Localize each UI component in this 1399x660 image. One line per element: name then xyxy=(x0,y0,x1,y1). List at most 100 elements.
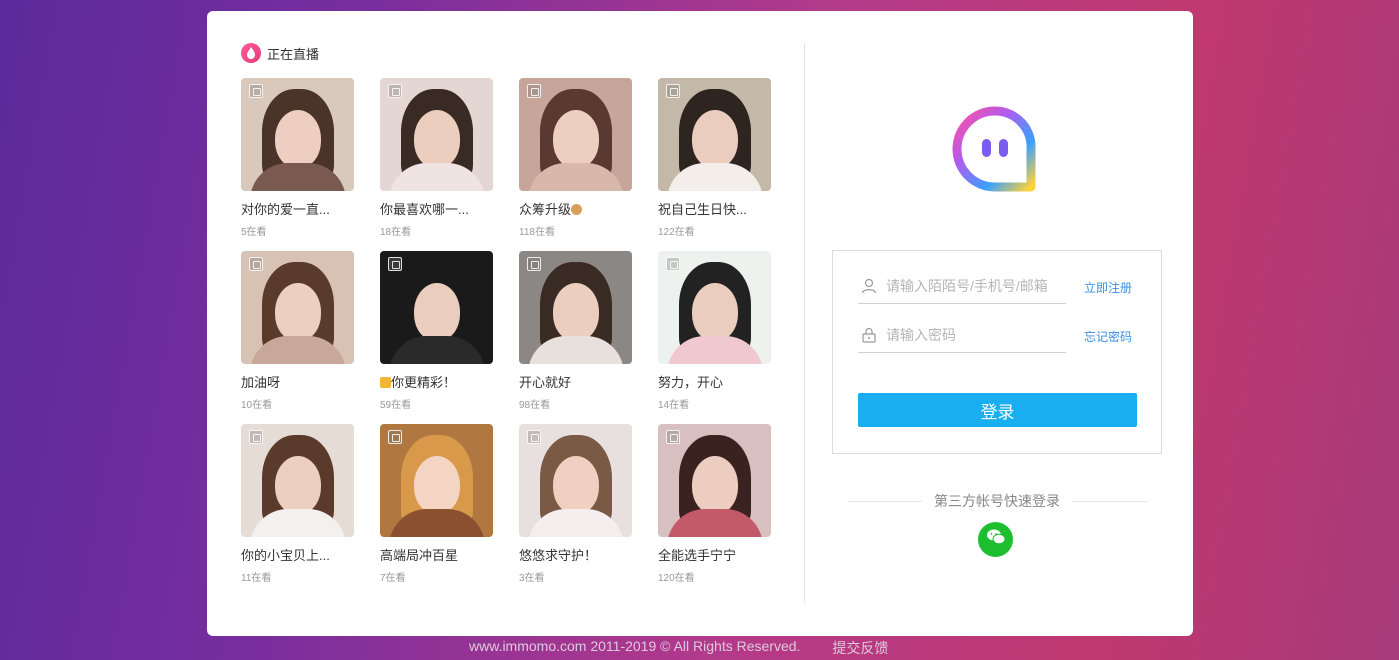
wechat-icon xyxy=(986,528,1006,551)
forgot-password-link[interactable]: 忘记密码 xyxy=(1084,328,1132,345)
account-input[interactable] xyxy=(886,277,1066,294)
thumbnail-face xyxy=(274,455,321,514)
live-tile[interactable]: 悠悠求守护！ 3在看 xyxy=(519,424,632,597)
device-icon xyxy=(666,430,680,444)
thumbnail-face xyxy=(691,109,738,168)
third-party-login: 第三方帐号快速登录 xyxy=(847,491,1147,511)
live-tile[interactable]: 开心就好 98在看 xyxy=(519,251,632,424)
live-grid: 对你的爱一直... 5在看 你最喜欢哪一... 18在看 众筹升级 118在看 祝自己生日快… xyxy=(241,78,771,597)
thumbnail-face xyxy=(274,109,321,168)
device-icon xyxy=(388,430,402,444)
divider-left xyxy=(847,500,922,502)
live-tile[interactable]: 你最喜欢哪一... 18在看 xyxy=(380,78,493,251)
live-tile-viewers: 11在看 xyxy=(241,573,272,584)
live-tile-title[interactable]: 你更精彩！ xyxy=(380,372,493,391)
live-tile-title-text: 对你的爱一直... xyxy=(241,202,330,217)
badge-emoji-icon xyxy=(380,377,391,388)
thumbnail-face xyxy=(552,109,599,168)
live-tile-title[interactable]: 悠悠求守护！ xyxy=(519,545,632,564)
lock-icon xyxy=(860,326,878,344)
device-icon xyxy=(666,84,680,98)
footer: www.immomo.com 2011-2019 © All Rights Re… xyxy=(469,638,888,658)
feedback-link[interactable]: 提交反馈 xyxy=(832,638,888,658)
live-tile-title-text: 众筹升级 xyxy=(519,202,572,217)
live-tile-title-text: 加油呀 xyxy=(241,375,281,390)
live-tile-title[interactable]: 对你的爱一直... xyxy=(241,199,354,218)
live-tile-title-text: 悠悠求守护！ xyxy=(519,548,598,563)
live-tile-viewers: 10在看 xyxy=(241,400,273,411)
login-form: 立即注册 忘记密码 登录 xyxy=(832,250,1162,454)
device-icon xyxy=(388,84,402,98)
live-tile-title-text: 祝自己生日快... xyxy=(658,202,747,217)
user-icon xyxy=(860,277,878,295)
live-tile[interactable]: 你更精彩！ 59在看 xyxy=(380,251,493,424)
live-tile[interactable]: 你的小宝贝上... 11在看 xyxy=(241,424,354,597)
live-tile[interactable]: 众筹升级 118在看 xyxy=(519,78,632,251)
live-tile[interactable]: 高端局冲百星 7在看 xyxy=(380,424,493,597)
live-tile[interactable]: 全能选手宁宁 120在看 xyxy=(658,424,771,597)
monkey-emoji-icon xyxy=(571,204,583,215)
live-tile-viewers: 98在看 xyxy=(519,400,551,411)
device-icon xyxy=(249,84,263,98)
live-tile[interactable]: 加油呀 10在看 xyxy=(241,251,354,424)
live-tile-title-text: 开心就好 xyxy=(519,375,572,390)
live-thumbnail[interactable] xyxy=(519,251,632,364)
device-icon xyxy=(249,257,263,271)
thumbnail-face xyxy=(413,282,460,341)
thumbnail-face xyxy=(691,282,738,341)
live-thumbnail[interactable] xyxy=(380,78,493,191)
live-tile-viewers: 120在看 xyxy=(658,573,695,584)
live-tile-title-text: 全能选手宁宁 xyxy=(658,548,737,563)
live-tile-title[interactable]: 加油呀 xyxy=(241,372,354,391)
live-thumbnail[interactable] xyxy=(519,78,632,191)
live-tile-title-text: 高端局冲百星 xyxy=(380,548,459,563)
live-tile[interactable]: 祝自己生日快... 122在看 xyxy=(658,78,771,251)
thumbnail-face xyxy=(413,455,460,514)
live-tile-viewers: 122在看 xyxy=(658,227,695,238)
device-icon xyxy=(249,430,263,444)
live-thumbnail[interactable] xyxy=(380,251,493,364)
live-tile-viewers: 18在看 xyxy=(380,227,412,238)
thumbnail-face xyxy=(274,282,321,341)
live-thumbnail[interactable] xyxy=(380,424,493,537)
live-tile-title[interactable]: 开心就好 xyxy=(519,372,632,391)
live-tile-title[interactable]: 祝自己生日快... xyxy=(658,199,771,218)
live-tile-viewers: 7在看 xyxy=(380,573,406,584)
login-button[interactable]: 登录 xyxy=(858,393,1137,427)
wechat-login-button[interactable] xyxy=(978,522,1013,557)
live-tile-title-text: 你最喜欢哪一... xyxy=(380,202,469,217)
live-tile-viewers: 14在看 xyxy=(658,400,690,411)
login-card: 正在直播 对你的爱一直... 5在看 你最喜欢哪一... 18在看 众筹升级 118在看 祝… xyxy=(207,11,1193,636)
live-header: 正在直播 xyxy=(241,43,319,63)
live-thumbnail[interactable] xyxy=(241,424,354,537)
live-tile-title[interactable]: 众筹升级 xyxy=(519,199,632,218)
live-tile-title[interactable]: 努力，开心 xyxy=(658,372,771,391)
live-thumbnail[interactable] xyxy=(241,251,354,364)
live-tile[interactable]: 对你的爱一直... 5在看 xyxy=(241,78,354,251)
live-title: 正在直播 xyxy=(267,46,320,62)
thumbnail-face xyxy=(552,455,599,514)
live-tile[interactable]: 努力，开心 14在看 xyxy=(658,251,771,424)
account-field xyxy=(858,268,1066,304)
live-tile-title[interactable]: 高端局冲百星 xyxy=(380,545,493,564)
device-icon xyxy=(388,257,402,271)
password-input[interactable] xyxy=(886,326,1066,343)
flame-icon xyxy=(241,43,261,63)
live-thumbnail[interactable] xyxy=(658,78,771,191)
thumbnail-face xyxy=(691,455,738,514)
live-thumbnail[interactable] xyxy=(658,424,771,537)
live-thumbnail[interactable] xyxy=(658,251,771,364)
momo-logo xyxy=(951,105,1039,193)
device-icon xyxy=(666,257,680,271)
live-tile-title[interactable]: 全能选手宁宁 xyxy=(658,545,771,564)
live-tile-title[interactable]: 你的小宝贝上... xyxy=(241,545,354,564)
divider-right xyxy=(1072,500,1147,502)
live-tile-title[interactable]: 你最喜欢哪一... xyxy=(380,199,493,218)
password-field xyxy=(858,317,1066,353)
device-icon xyxy=(527,430,541,444)
vertical-divider xyxy=(804,43,805,603)
thumbnail-face xyxy=(552,282,599,341)
live-thumbnail[interactable] xyxy=(241,78,354,191)
live-thumbnail[interactable] xyxy=(519,424,632,537)
register-link[interactable]: 立即注册 xyxy=(1084,279,1132,296)
